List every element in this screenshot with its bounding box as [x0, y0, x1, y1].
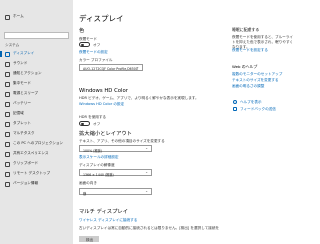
help-icon [233, 100, 237, 104]
monitor-icon [5, 51, 10, 57]
storage-icon [5, 111, 10, 117]
scale-label: テキスト、アプリ、その他の項目のサイズを変更する [79, 139, 165, 143]
web-link-multi-monitor[interactable]: 複数のモニターのセットアップ [232, 72, 282, 76]
sidebar-home[interactable]: ホーム [0, 13, 73, 21]
sidebar-item-projection[interactable]: この PC へのプロジェクション [0, 140, 73, 148]
chevron-down-icon: ⌄ [145, 170, 148, 175]
sidebar-item-display[interactable]: ディスプレイ [0, 50, 73, 58]
notification-icon [5, 71, 10, 77]
sidebar-item-tablet[interactable]: タブレット [0, 120, 73, 128]
wireless-display-link[interactable]: ワイヤレス ディスプレイに接続する [79, 218, 137, 222]
orientation-dropdown[interactable]: 横 ⌄ [79, 188, 152, 196]
color-profile-dropdown[interactable]: AUO-1272CQF Color Profile,D6500 ⌄ [79, 64, 143, 71]
battery-icon [5, 101, 10, 107]
remote-desktop-icon [5, 171, 10, 177]
sidebar-item-focus[interactable]: 集中モード [0, 80, 73, 88]
sidebar-item-shared[interactable]: 共有エクスペリエンス [0, 150, 73, 158]
sidebar-item-remote[interactable]: リモート デスクトップ [0, 170, 73, 178]
scale-heading: 拡大縮小とレイアウト [79, 131, 132, 137]
multi-display-heading: マルチ ディスプレイ [79, 209, 128, 215]
multi-display-description: 古いディスプレイは常に自動的に接続されるとは限りません。[検出] を選択して接続… [79, 226, 219, 230]
resolution-label: ディスプレイの解像度 [79, 163, 115, 167]
home-icon [5, 14, 10, 20]
night-light-settings-link[interactable]: 夜間モードの設定 [79, 50, 108, 54]
web-link-brightness[interactable]: 画面の明るさの調整 [232, 84, 264, 88]
color-heading: 色 [79, 28, 85, 34]
hdr-description: HDR ビデオ、ゲーム、アプリで、より明るく鮮やかな表示を実現します。 [79, 96, 199, 100]
web-link-text-size[interactable]: テキストのサイズを変更する [232, 78, 279, 82]
detect-button[interactable]: 検出 [79, 236, 99, 242]
chevron-down-icon: ⌄ [136, 65, 139, 70]
sidebar-home-label: ホーム [13, 14, 24, 18]
sidebar-item-power[interactable]: 電源とスリープ [0, 90, 73, 98]
advanced-scale-link[interactable]: 表示スケールの詳細設定 [79, 155, 119, 159]
feedback-link[interactable]: フィードバックの送信 [240, 107, 276, 111]
search-input[interactable] [4, 32, 69, 39]
share-icon [5, 151, 10, 157]
chevron-down-icon: ⌄ [145, 189, 148, 194]
projection-icon [5, 141, 10, 147]
night-light-toggle[interactable] [79, 42, 90, 47]
chevron-down-icon: ⌄ [145, 146, 148, 151]
sidebar-item-multitasking[interactable]: マルチタスク [0, 130, 73, 138]
sleep-heading: 睡眠に配慮する [232, 27, 260, 32]
night-light-label: 夜間モード [79, 37, 97, 41]
clipboard-icon [5, 161, 10, 167]
color-profile-label: カラー プロファイル [79, 58, 113, 62]
help-link[interactable]: ヘルプを表示 [240, 100, 262, 104]
sidebar-item-about[interactable]: バージョン情報 [0, 180, 73, 188]
web-help-heading: Web のヘルプ [232, 64, 258, 69]
sidebar-item-storage[interactable]: 記憶域 [0, 110, 73, 118]
hdr-toggle[interactable] [79, 121, 90, 126]
night-light-state: オフ [93, 42, 101, 47]
resolution-dropdown[interactable]: 1366 × 1440 (推奨) ⌄ [79, 169, 152, 177]
multitask-icon [5, 131, 10, 137]
feedback-icon [233, 107, 237, 111]
tablet-icon [5, 121, 10, 127]
hdr-heading: Windows HD Color [79, 88, 128, 94]
moon-icon [5, 81, 10, 87]
info-icon [5, 181, 10, 187]
hdr-state: オフ [93, 121, 101, 126]
sidebar-item-sound[interactable]: サウンド [0, 60, 73, 68]
sidebar-item-battery[interactable]: バッテリー [0, 100, 73, 108]
power-icon [5, 91, 10, 97]
sidebar-item-notifications[interactable]: 通知とアクション [0, 70, 73, 78]
sleep-link[interactable]: 夜間モードを設定する [232, 48, 268, 52]
sidebar-section-title: システム [5, 43, 20, 47]
page-title: ディスプレイ [79, 14, 124, 23]
scale-dropdown[interactable]: 100% (推奨) ⌄ [79, 145, 152, 153]
sidebar: ホーム システム ディスプレイ サウンド 通知とアクション 集中モード 電源とス… [0, 0, 73, 244]
sidebar-item-clipboard[interactable]: クリップボード [0, 160, 73, 168]
orientation-label: 画面の向き [79, 181, 97, 185]
speaker-icon [5, 61, 10, 67]
hdr-settings-link[interactable]: Windows HD Color の設定 [79, 102, 124, 106]
hdr-toggle-label: HDR を使用する [79, 115, 107, 119]
